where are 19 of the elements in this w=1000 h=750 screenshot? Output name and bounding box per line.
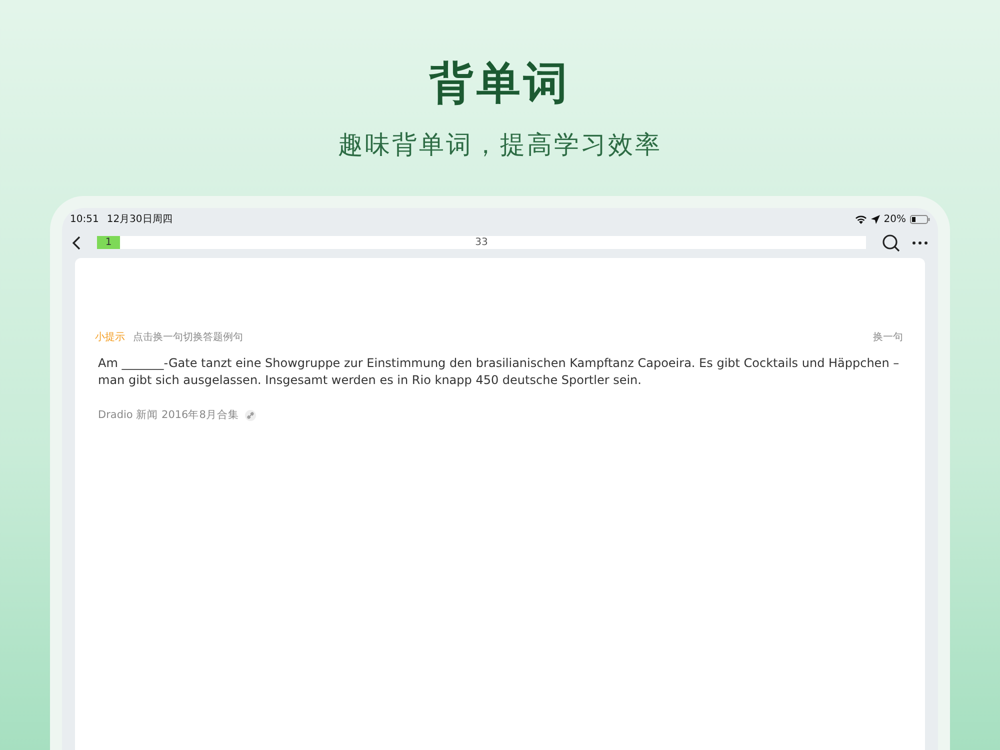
hint-text: 点击换一句切换答题例句 (133, 330, 243, 345)
switch-sentence-link[interactable]: 换一句 (873, 330, 903, 345)
location-arrow-icon (870, 214, 880, 224)
headline: 背单词 (430, 60, 570, 108)
more-icon[interactable] (912, 240, 928, 245)
link-icon[interactable] (244, 410, 256, 422)
source-label: Dradio 新闻 2016年8月合集 (98, 408, 239, 423)
wifi-icon (854, 214, 867, 224)
search-icon[interactable] (882, 234, 900, 252)
back-icon[interactable] (72, 236, 81, 250)
example-sentence: Am _______-Gate tanzt eine Showgruppe zur Einstimmung den brasilianischen Kampftanz Capoeira. Es gibt Cocktails und Häppchen – man gibt sich ausgelassen. Insgesamt werden es in Rio knapp 450 deutsche Sportler sein. (98, 354, 900, 390)
hint-label: 小提示 (95, 330, 125, 345)
progress-total: 33 (475, 236, 488, 250)
status-date: 12月30日周四 (106, 212, 172, 227)
battery-icon (910, 214, 930, 224)
status-time: 10:51 (70, 212, 99, 227)
battery-percent: 20% (884, 212, 906, 227)
subtitle: 趣味背单词，提高学习效率 (338, 129, 662, 162)
progress-fill: 1 (97, 236, 120, 250)
